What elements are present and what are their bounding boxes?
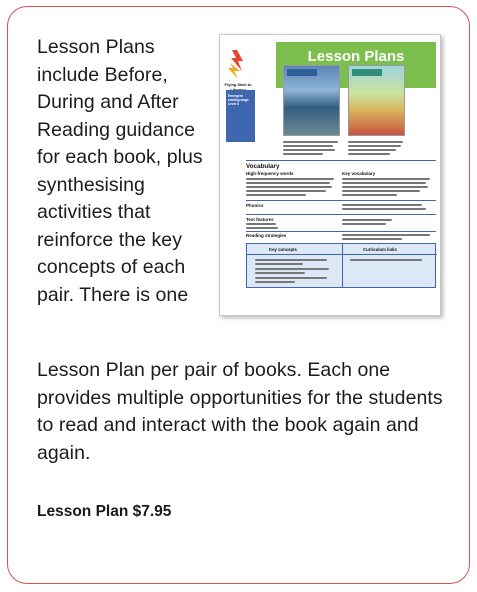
key-concepts-heading: Key concepts — [269, 247, 297, 252]
curriculum-links-heading: Curriculum links — [363, 247, 397, 252]
flying-start-logo-icon — [228, 50, 243, 79]
concepts-table: Key concepts Curriculum links — [246, 243, 437, 288]
key-vocabulary-heading: Key vocabulary — [342, 171, 376, 176]
thumbnail-title: Lesson Plans — [307, 48, 405, 65]
side-label: Emergent reading stage Level 6 — [228, 94, 249, 106]
book-cover-1 — [283, 65, 340, 136]
reading-strategies-heading: Reading strategies — [246, 233, 287, 238]
thumbnail-side-panel: Emergent reading stage Level 6 — [226, 90, 255, 142]
description-text: Lesson Plans include Before, During and … — [37, 36, 203, 306]
lesson-plan-thumbnail: Flying Start to Literacy Lesson Plans Em… — [219, 34, 441, 316]
description-text-continued: Lesson Plan per pair of books. Each one … — [37, 359, 443, 464]
phonics-heading: Phonics — [246, 203, 264, 208]
price-label: Lesson Plan $7.95 — [37, 503, 172, 520]
book-cover-2 — [348, 65, 405, 136]
vocabulary-heading: Vocabulary — [246, 163, 280, 170]
text-features-heading: Text features — [246, 217, 274, 222]
high-frequency-heading: High-frequency words — [246, 171, 294, 176]
